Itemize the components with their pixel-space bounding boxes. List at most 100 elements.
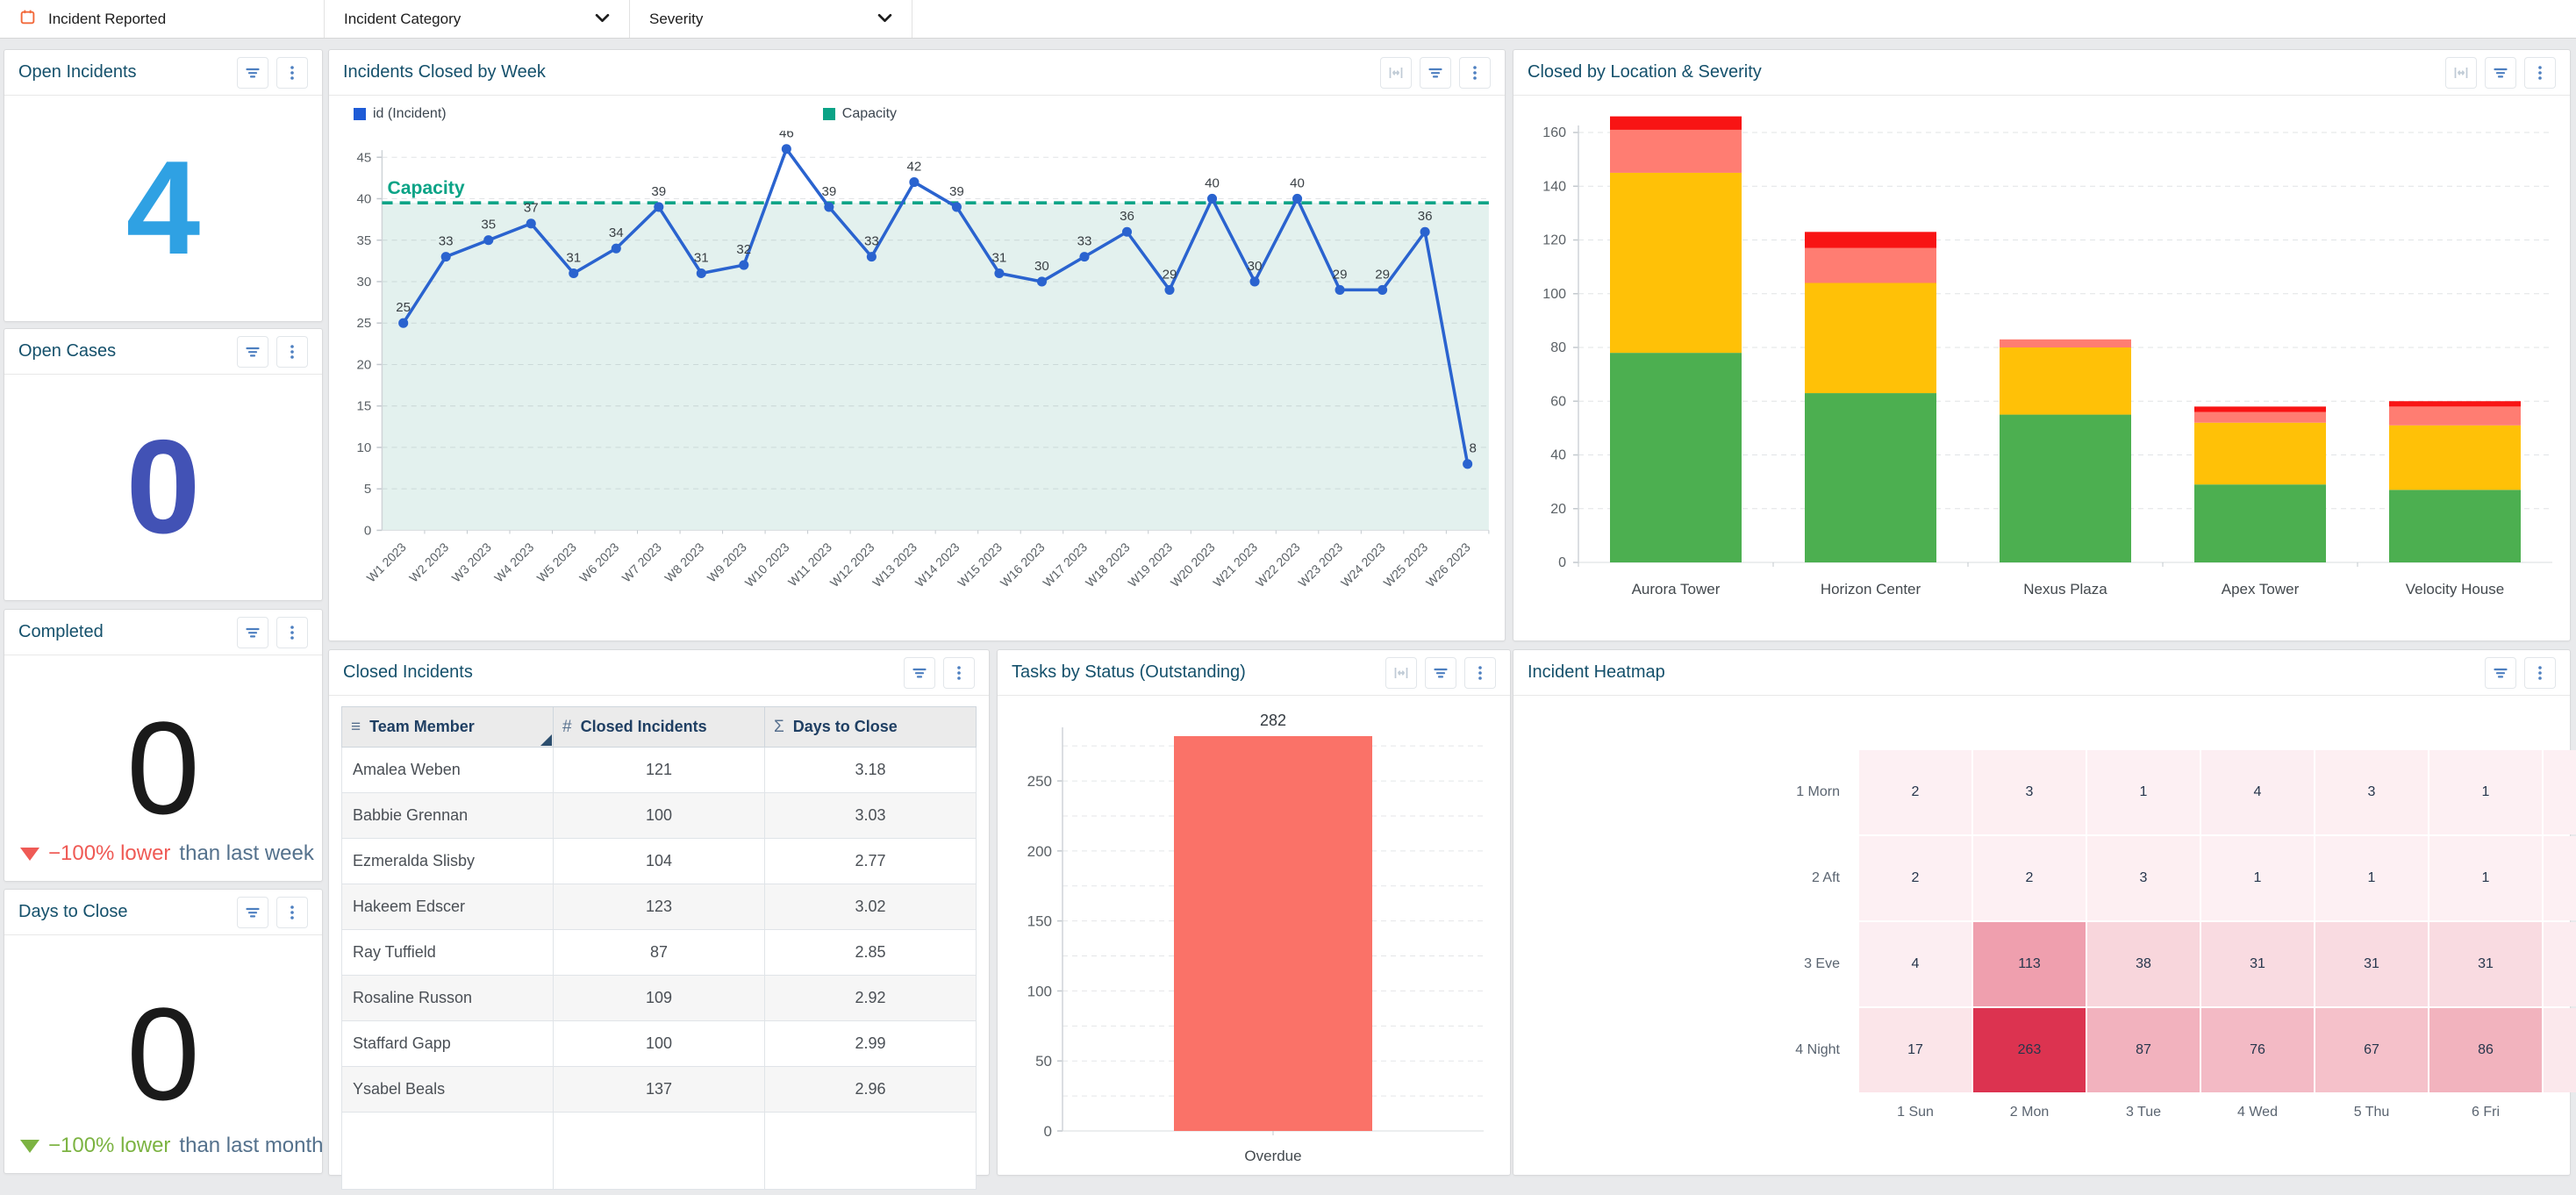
bar-segment[interactable] (2389, 401, 2521, 406)
heatmap-cell[interactable]: 2 (1859, 836, 1971, 920)
heatmap-cell[interactable]: 1 (2429, 750, 2542, 834)
data-point[interactable] (441, 252, 451, 261)
data-point[interactable] (1079, 252, 1089, 261)
heatmap-cell[interactable]: 76 (2201, 1008, 2314, 1092)
data-point[interactable] (1250, 276, 1260, 286)
heatmap-cell[interactable]: 4 (1859, 922, 1971, 1006)
data-point[interactable] (1292, 194, 1302, 204)
legend-item-capacity[interactable]: Capacity (823, 106, 897, 122)
legend-item-incident[interactable]: id (Incident) (354, 106, 447, 122)
kebab-menu-button[interactable] (276, 617, 308, 648)
bar[interactable] (1174, 736, 1372, 1131)
heatmap-cell[interactable]: 1 (2201, 836, 2314, 920)
filter-button[interactable] (1425, 657, 1456, 689)
data-point[interactable] (909, 177, 919, 187)
data-point[interactable] (782, 144, 791, 154)
bar-segment[interactable] (1805, 283, 1936, 394)
data-point[interactable] (697, 268, 706, 278)
data-point[interactable] (569, 268, 578, 278)
column-header[interactable]: #Closed Incidents (554, 707, 765, 748)
table-row[interactable]: Ezmeralda Slisby1042.77 (342, 839, 977, 884)
kebab-menu-button[interactable] (1464, 657, 1496, 689)
heatmap-cell[interactable]: 13 (2544, 1008, 2576, 1092)
bar-segment[interactable] (1610, 117, 1742, 130)
data-point[interactable] (1037, 276, 1047, 286)
kebab-menu-button[interactable] (2524, 57, 2556, 89)
filter-button[interactable] (2485, 57, 2516, 89)
data-point[interactable] (1335, 285, 1345, 295)
table-row[interactable]: Amalea Weben1213.18 (342, 748, 977, 793)
filter-button[interactable] (237, 57, 268, 89)
bar-segment[interactable] (1610, 173, 1742, 353)
heatmap-cell[interactable]: 1 (2087, 750, 2200, 834)
expand-button[interactable] (1380, 57, 1412, 89)
data-point[interactable] (1377, 285, 1387, 295)
table-row[interactable]: Staffard Gapp1002.99 (342, 1021, 977, 1067)
table-row[interactable]: Ysabel Beals1372.96 (342, 1067, 977, 1113)
heatmap-cell[interactable]: 113 (1973, 922, 2086, 1006)
data-point[interactable] (867, 252, 877, 261)
bar-segment[interactable] (2194, 484, 2326, 562)
data-point[interactable] (526, 218, 536, 228)
filter-incident-category[interactable]: Incident Category (325, 0, 630, 38)
filter-button[interactable] (237, 336, 268, 368)
data-point[interactable] (1463, 459, 1472, 469)
table-row[interactable]: Hakeem Edscer1233.02 (342, 884, 977, 930)
table-row[interactable]: Rosaline Russon1092.92 (342, 976, 977, 1021)
heatmap-cell[interactable]: 263 (1973, 1008, 2086, 1092)
heatmap-cell[interactable]: 3 (2315, 750, 2428, 834)
bar-segment[interactable] (2389, 406, 2521, 425)
table-row[interactable]: Babbie Grennan1003.03 (342, 793, 977, 839)
kebab-menu-button[interactable] (276, 897, 308, 928)
data-point[interactable] (994, 268, 1004, 278)
bar-segment[interactable] (1805, 248, 1936, 283)
bar-segment[interactable] (2194, 412, 2326, 423)
data-point[interactable] (824, 202, 834, 211)
bar-segment[interactable] (1805, 393, 1936, 562)
heatmap-cell[interactable]: 3 (1973, 750, 2086, 834)
heatmap-cell[interactable]: 87 (2087, 1008, 2200, 1092)
kebab-menu-button[interactable] (1459, 57, 1491, 89)
bar-segment[interactable] (2389, 426, 2521, 490)
filter-button[interactable] (2485, 657, 2516, 689)
heatmap-cell[interactable]: 4 (2201, 750, 2314, 834)
heatmap-cell[interactable]: 1 (2544, 750, 2576, 834)
filter-button[interactable] (237, 897, 268, 928)
heatmap-cell[interactable]: 86 (2429, 1008, 2542, 1092)
data-point[interactable] (952, 202, 962, 211)
bar-segment[interactable] (2194, 406, 2326, 411)
data-point[interactable] (1420, 227, 1430, 237)
data-point[interactable] (1164, 285, 1174, 295)
heatmap-cell[interactable]: 31 (2201, 922, 2314, 1006)
table-row[interactable]: Ray Tuffield872.85 (342, 930, 977, 976)
data-point[interactable] (398, 318, 408, 328)
data-point[interactable] (1122, 227, 1132, 237)
kebab-menu-button[interactable] (276, 336, 308, 368)
data-point[interactable] (1207, 194, 1217, 204)
heatmap-cell[interactable]: 31 (2429, 922, 2542, 1006)
heatmap-cell[interactable]: 3 (2087, 836, 2200, 920)
column-header[interactable]: ΣDays to Close (765, 707, 977, 748)
heatmap-cell[interactable]: 1 (2315, 836, 2428, 920)
heatmap-cell[interactable]: 67 (2315, 1008, 2428, 1092)
expand-button[interactable] (2445, 57, 2477, 89)
kebab-menu-button[interactable] (276, 57, 308, 89)
heatmap-cell[interactable]: 2 (1859, 750, 1971, 834)
data-point[interactable] (654, 202, 663, 211)
filter-button[interactable] (904, 657, 935, 689)
bar-segment[interactable] (2000, 340, 2131, 347)
filter-incident-reported[interactable]: Incident Reported (0, 0, 325, 38)
heatmap-cell[interactable]: 38 (2087, 922, 2200, 1006)
bar-segment[interactable] (2389, 490, 2521, 562)
filter-button[interactable] (1420, 57, 1451, 89)
heatmap-cell[interactable]: 1 (2544, 836, 2576, 920)
data-point[interactable] (612, 244, 621, 254)
column-header[interactable]: ≡Team Member (342, 707, 554, 748)
heatmap-cell[interactable]: 2 (1973, 836, 2086, 920)
bar-segment[interactable] (1805, 232, 1936, 247)
bar-segment[interactable] (2000, 415, 2131, 562)
data-point[interactable] (483, 235, 493, 245)
expand-button[interactable] (1385, 657, 1417, 689)
heatmap-cell[interactable]: 31 (2315, 922, 2428, 1006)
bar-segment[interactable] (2000, 347, 2131, 415)
